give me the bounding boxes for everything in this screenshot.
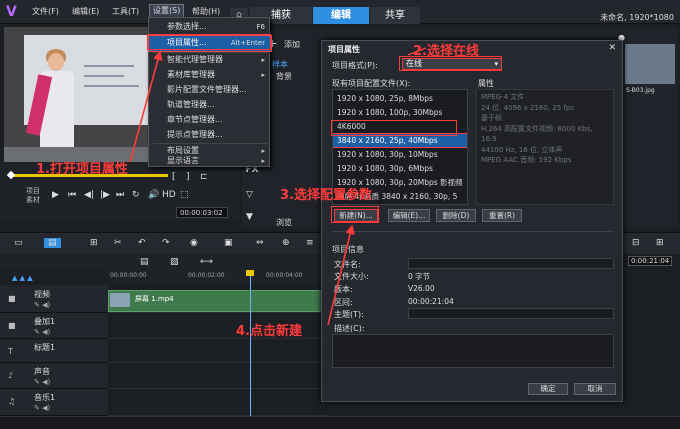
video-editor-window: V 文件(F) 编辑(E) 工具(T) 设置(S) 帮助(H) ⌂ 捕获 编辑 … — [0, 0, 680, 429]
annotation-arrows — [129, 47, 427, 326]
annotation-step2: 2.选择在线 — [413, 44, 479, 59]
arrow-step1 — [129, 50, 163, 163]
annotation-step4: 4.点击新建 — [236, 324, 302, 339]
arrow-step4 — [327, 224, 355, 326]
annotation-step3: 3.选择配置参数 — [280, 188, 372, 203]
annotation-step1: 1.打开项目属性 — [36, 162, 128, 177]
